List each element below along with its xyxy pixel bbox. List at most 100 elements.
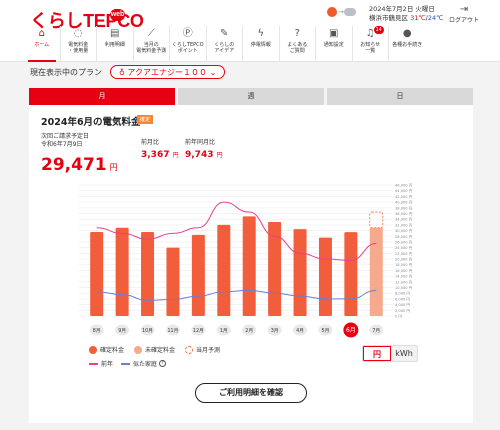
unit-yen-button[interactable]: 円 — [363, 346, 391, 361]
legend-forecast: 当月予測 — [185, 345, 220, 354]
y-tick-label: 32,000 円 — [395, 223, 413, 227]
bar-confirmed — [217, 224, 231, 316]
month-pill[interactable]: 7月 — [369, 324, 384, 336]
legend-prev-year-label: 前年 — [101, 361, 114, 368]
tab-0[interactable]: 月 — [29, 88, 175, 105]
nav-item-3[interactable]: ⟋ 当月の 電気料金予測 — [134, 26, 170, 62]
bill-card: 2024年6月の電気料金 確定 次回ご請求予定日 令和6年7月9日 29,471… — [29, 105, 473, 423]
person-icon: ● — [402, 28, 412, 39]
bar-confirmed — [242, 216, 256, 316]
legend-similar-label: 似た家庭 — [133, 361, 158, 368]
lightbulb-icon: ◌ — [73, 28, 83, 39]
notification-settings-icon: ▣ — [329, 28, 339, 39]
chevron-down-icon: ⌄ — [209, 68, 217, 77]
y-tick-label: 4,000 円 — [395, 303, 410, 307]
bar-confirmed — [141, 231, 155, 316]
bar-unconfirmed — [369, 227, 383, 316]
month-pill[interactable]: 8月 — [89, 324, 104, 336]
nav-item-6[interactable]: ϟ 停電情報 — [243, 26, 280, 62]
nav-item-8[interactable]: ▣ 通知設定 — [316, 26, 353, 62]
bar-confirmed — [191, 234, 205, 316]
weather-place: 横浜市鶴見区 31℃/24℃ — [369, 14, 443, 23]
line-prev-year — [96, 201, 377, 261]
forecast-box — [369, 211, 384, 229]
nav-item-label: お知らせ 一覧 — [360, 42, 381, 54]
bar-confirmed — [166, 247, 180, 316]
nav-item-label: 電気料金 ・使用量 — [68, 42, 89, 54]
y-tick-label: 26,000 円 — [395, 240, 413, 244]
legend-similar: 似た家庭? — [121, 359, 167, 368]
unit-kwh-button[interactable]: kWh — [391, 346, 417, 361]
bar-confirmed — [344, 232, 358, 316]
y-tick-label: 42,000 円 — [395, 195, 413, 199]
nav-item-5[interactable]: ✎ くらしの アイデア — [207, 26, 243, 62]
nav-item-0[interactable]: ⌂ ホーム — [24, 26, 61, 62]
y-tick-label: 30,000 円 — [395, 229, 413, 233]
nav-item-1[interactable]: ◌ 電気料金 ・使用量 — [61, 26, 97, 62]
month-pill[interactable]: 10月 — [140, 324, 155, 336]
month-pill[interactable]: 5月 — [318, 324, 333, 336]
plan-label: 現在表示中のプラン — [30, 67, 102, 77]
lightning-icon: ϟ — [257, 28, 265, 39]
month-pill[interactable]: 12月 — [191, 324, 206, 336]
notification-badge: 14 — [373, 26, 384, 34]
tab-1[interactable]: 週 — [178, 88, 324, 105]
month-pill[interactable]: 11月 — [165, 324, 180, 336]
sun-icon — [327, 7, 337, 17]
legend-unconfirmed-label: 未確定料金 — [145, 347, 176, 354]
x-tick-label: 1月 — [220, 328, 228, 334]
y-tick-label: 10,000 円 — [395, 286, 413, 290]
plan-selector: 現在表示中のプラン ♁ アクアエナジー１００ ⌄ — [30, 65, 226, 79]
legend-confirmed: 確定料金 — [89, 345, 124, 354]
bar-confirmed — [318, 237, 332, 316]
y-tick-label: 8,000 円 — [395, 292, 410, 296]
y-tick-label: 2,000 円 — [395, 309, 410, 313]
document-icon: ▤ — [110, 28, 120, 39]
nav-item-label: 通知設定 — [323, 42, 344, 48]
x-tick-label: 9月 — [118, 328, 126, 334]
nav-item-label: よくある ご質問 — [287, 42, 308, 54]
weather-location: 横浜市鶴見区 — [369, 14, 408, 22]
y-tick-label: 16,000 円 — [395, 269, 413, 273]
nav-item-4[interactable]: Ⓟ くらしTEPCO ポイント — [170, 26, 207, 62]
nav-item-2[interactable]: ▤ 利用明細 — [97, 26, 134, 62]
nav-item-label: 停電情報 — [250, 42, 271, 48]
month-pill[interactable]: 4月 — [293, 324, 308, 336]
line-legend: 前年 似た家庭? — [89, 359, 174, 368]
nav-item-7[interactable]: ? よくある ご質問 — [280, 26, 316, 62]
month-pill[interactable]: 9月 — [115, 324, 130, 336]
month-pill[interactable]: 1月 — [216, 324, 231, 336]
nav-item-9[interactable]: ♫ お知らせ 一覧 14 — [353, 26, 389, 62]
logout-button[interactable]: ⇥ ログアウト — [449, 4, 479, 24]
month-pill[interactable]: 6月 — [343, 322, 359, 338]
logout-icon: ⇥ — [459, 4, 469, 15]
plan-dropdown[interactable]: ♁ アクアエナジー１００ ⌄ — [110, 65, 226, 79]
help-icon[interactable]: ? — [159, 360, 167, 367]
x-tick-label: 8月 — [93, 328, 101, 334]
x-tick-label: 6月 — [346, 327, 356, 334]
nav-item-label: 利用明細 — [104, 42, 125, 48]
month-pill[interactable]: 2月 — [242, 324, 257, 336]
cloud-icon — [344, 8, 356, 16]
tab-2[interactable]: 日 — [327, 88, 473, 105]
y-tick-label: 14,000 円 — [395, 275, 413, 279]
month-pill[interactable]: 3月 — [267, 324, 282, 336]
chart-icon: ⟋ — [147, 28, 155, 39]
y-tick-label: 38,000 円 — [395, 206, 413, 210]
plan-value: アクアエナジー１００ — [127, 68, 208, 77]
temp-max: 31℃ — [410, 14, 426, 22]
bar-confirmed — [293, 229, 307, 316]
y-tick-label: 40,000 円 — [395, 201, 413, 205]
point-icon: Ⓟ — [182, 28, 193, 39]
web-badge: web — [110, 9, 125, 21]
nav-item-10[interactable]: ● 各種お手続き — [389, 26, 426, 62]
x-tick-label: 7月 — [372, 328, 380, 334]
legend: 確定料金 未確定料金 当月予測 — [89, 345, 230, 354]
legend-unconfirmed: 未確定料金 — [134, 345, 175, 354]
x-tick-label: 2月 — [245, 328, 253, 334]
weather-date: 2024年7月2日 火曜日 — [369, 5, 435, 13]
view-details-button[interactable]: ご利用明細を確認 — [195, 383, 307, 403]
y-tick-label: 34,000 円 — [395, 218, 413, 222]
nav-item-label: ホーム — [34, 42, 50, 48]
x-tick-label: 5月 — [322, 328, 330, 334]
